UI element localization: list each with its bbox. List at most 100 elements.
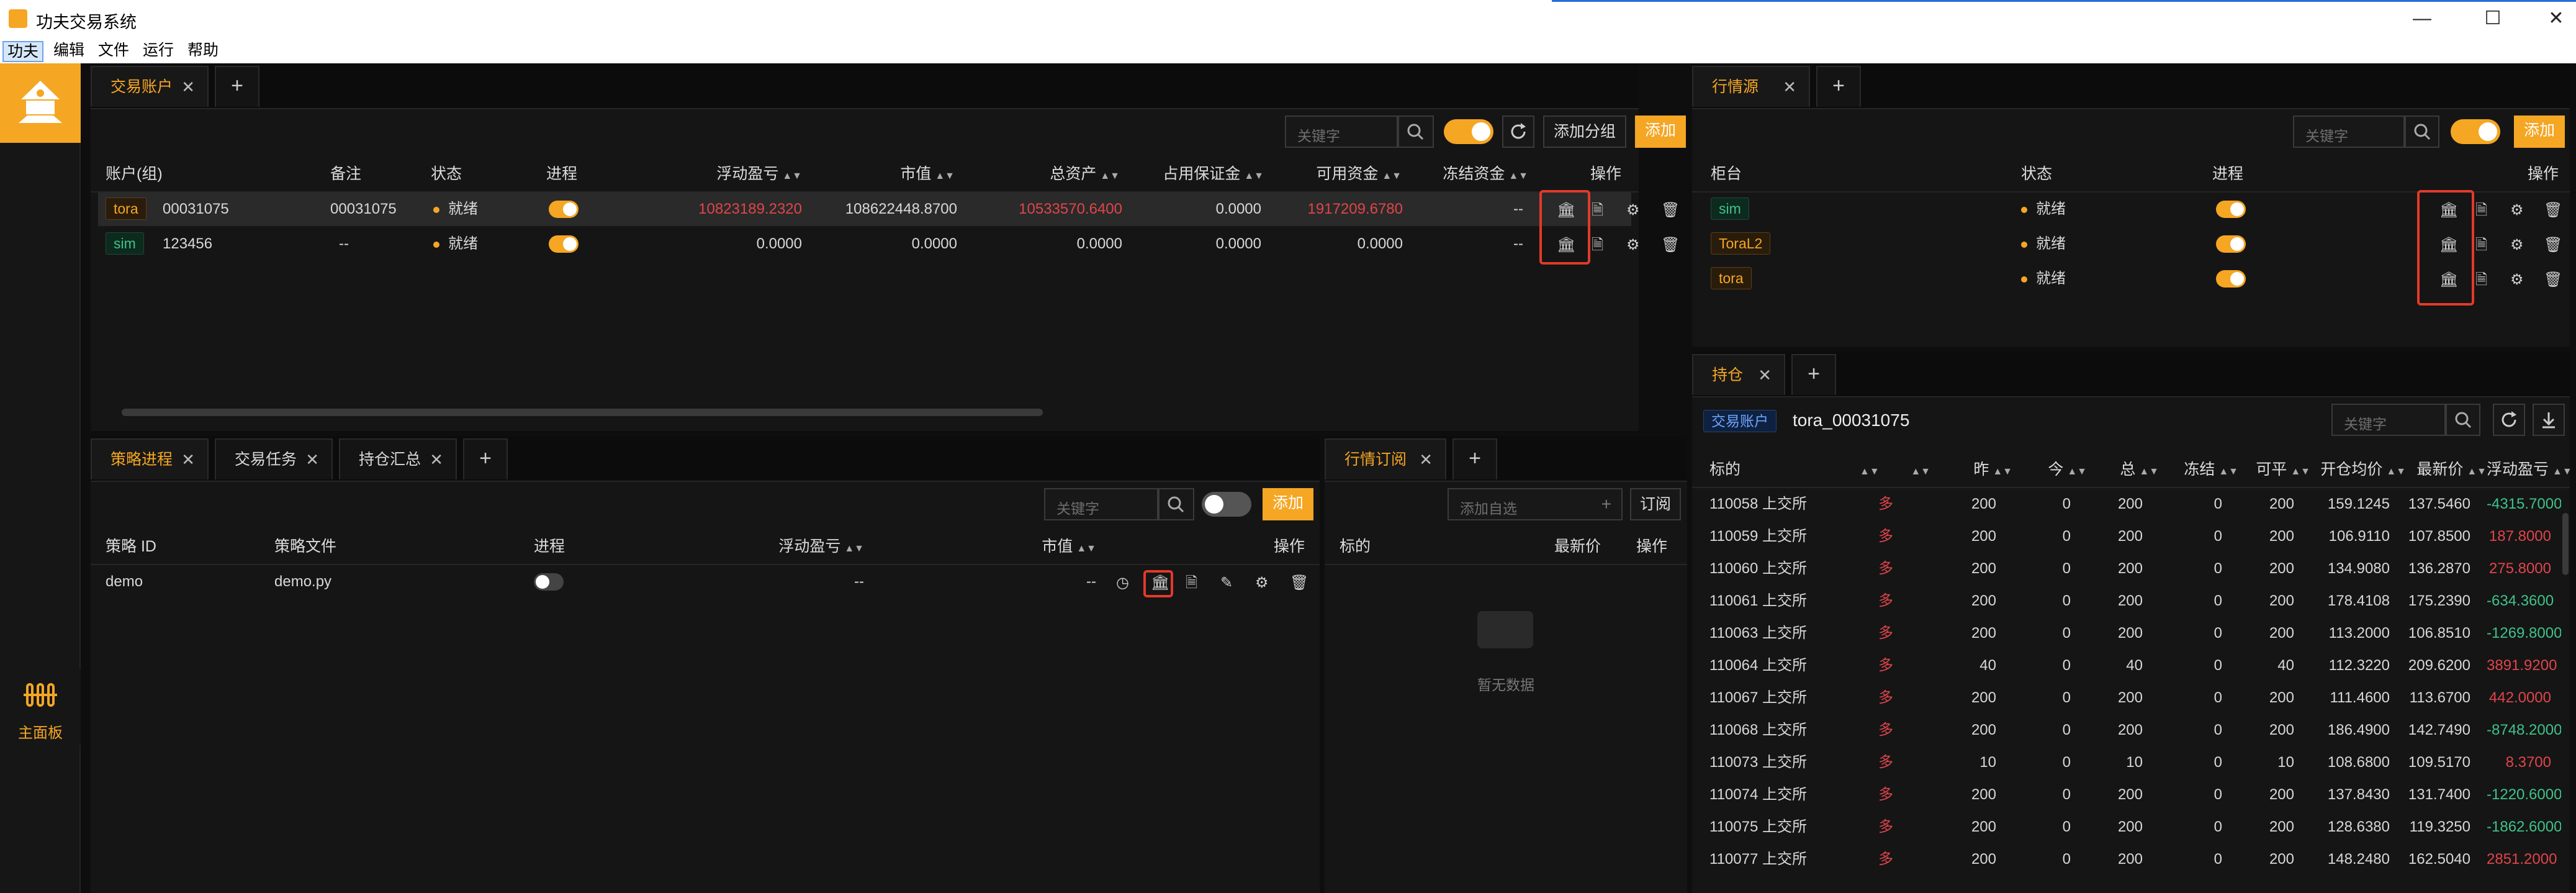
table-row[interactable]: 110060 上交所 多 200 0 200 0 200 134.9080 136.2870 27… [1692, 553, 2561, 585]
gear-icon[interactable]: ⚙ [1626, 236, 1640, 255]
table-row[interactable]: 110077 上交所 多 200 0 200 0 200 148.2480 162.5040 28… [1692, 843, 2561, 876]
tab-strategy-process[interactable]: 策略进程 ✕ [91, 438, 209, 479]
refresh-icon[interactable] [1502, 116, 1534, 148]
add-tab-button[interactable]: + [1816, 66, 1861, 107]
file-icon[interactable]: 🗎 [1592, 236, 1603, 255]
file-icon[interactable]: 🗎 [1592, 201, 1603, 220]
add-strategy-button[interactable]: 添加 [1263, 488, 1313, 520]
file-icon[interactable]: 🗎 [2475, 236, 2487, 255]
history-icon[interactable]: ◷ [1116, 574, 1129, 592]
add-tab-button[interactable]: + [1452, 438, 1497, 479]
col-total[interactable]: 总 ▲▼ [2089, 452, 2159, 487]
download-icon[interactable] [2533, 404, 2565, 436]
add-md-button[interactable]: 添加 [2514, 116, 2565, 148]
table-row[interactable]: 110075 上交所 多 200 0 200 0 200 128.6380 119.3250 -1… [1692, 811, 2561, 843]
search-input[interactable]: 关键字 [2331, 404, 2446, 436]
gear-icon[interactable]: ⚙ [2510, 271, 2524, 289]
refresh-icon[interactable] [2493, 404, 2525, 436]
add-tab-button[interactable]: + [1791, 354, 1836, 395]
col-pnl[interactable]: 浮动盈亏 ▲▼ [606, 156, 802, 191]
col-last-price[interactable]: 最新价 ▲▼ [2406, 452, 2487, 487]
close-icon[interactable]: ✕ [430, 440, 443, 479]
col-margin[interactable]: 占用保证金 ▲▼ [1121, 156, 1264, 191]
table-row[interactable]: 110067 上交所 多 200 0 200 0 200 111.4600 113.6700 44… [1692, 682, 2561, 714]
trash-icon[interactable]: 🗑 [2544, 236, 2562, 255]
kungfu-logo[interactable] [0, 63, 81, 143]
close-icon[interactable]: ✕ [1419, 440, 1433, 479]
col-direction-sort[interactable]: ▲▼ [1897, 452, 1930, 487]
table-row[interactable]: demo demo.py -- -- [91, 565, 1320, 599]
col-frozen[interactable]: 冻结资金 ▲▼ [1407, 156, 1528, 191]
tab-md-source[interactable]: 行情源 ✕ [1692, 66, 1810, 107]
search-icon[interactable] [1398, 116, 1434, 148]
close-icon[interactable]: ✕ [1783, 67, 1796, 107]
process-toggle[interactable] [2216, 201, 2246, 218]
file-icon[interactable]: 🗎 [2475, 201, 2487, 220]
search-input[interactable]: 关键字 [1044, 488, 1158, 520]
add-tab-button[interactable]: + [463, 438, 508, 479]
table-row[interactable]: 110073 上交所 多 10 0 10 0 10 108.6800 109.5170 8.370… [1692, 746, 2561, 779]
horizontal-scrollbar[interactable] [122, 409, 1043, 416]
trash-icon[interactable]: 🗑 [1661, 236, 1680, 255]
tab-md-subscribe[interactable]: 行情订阅 ✕ [1325, 438, 1446, 479]
menu-item-run[interactable]: 运行 [139, 41, 178, 60]
tab-position-summary[interactable]: 持仓汇总 ✕ [339, 438, 457, 479]
file-icon[interactable]: 🗎 [2475, 271, 2487, 289]
tab-position[interactable]: 持仓 ✕ [1692, 354, 1785, 395]
col-yesterday[interactable]: 昨 ▲▼ [1934, 452, 2012, 487]
close-icon[interactable]: ✕ [1758, 355, 1772, 395]
maximize-button[interactable]: ☐ [2479, 5, 2506, 32]
col-open-price[interactable]: 开仓均价 ▲▼ [2313, 452, 2406, 487]
search-input[interactable]: 关键字 [1285, 116, 1398, 148]
search-icon[interactable] [2405, 116, 2439, 148]
table-row[interactable]: 110058 上交所 多 200 0 200 0 200 159.1245 137.5460 -4… [1692, 488, 2561, 520]
col-closeable[interactable]: 可平 ▲▼ [2241, 452, 2310, 487]
add-watchlist-input[interactable]: 添加自选 + [1448, 488, 1623, 520]
trash-icon[interactable]: 🗑 [1661, 201, 1680, 220]
gear-icon[interactable]: ⚙ [1626, 201, 1640, 220]
trash-icon[interactable]: 🗑 [1290, 574, 1308, 592]
col-account[interactable]: 账户(组) [106, 156, 163, 191]
col-today[interactable]: 今 ▲▼ [2015, 452, 2087, 487]
col-pnl[interactable]: 浮动盈亏 ▲▼ [649, 529, 864, 564]
col-symbol-sort[interactable]: ▲▼ [1856, 452, 1880, 487]
add-account-button[interactable]: 添加 [1635, 116, 1686, 148]
gear-icon[interactable]: ⚙ [1255, 574, 1269, 592]
close-icon[interactable]: ✕ [181, 67, 195, 107]
col-pnl[interactable]: 浮动盈亏 ▲▼ [2487, 452, 2572, 487]
table-row[interactable]: 110074 上交所 多 200 0 200 0 200 137.8430 131.7400 -1… [1692, 779, 2561, 811]
add-tab-button[interactable]: + [215, 66, 259, 107]
close-window-button[interactable]: ✕ [2542, 5, 2570, 32]
tab-trading-accounts[interactable]: 交易账户 ✕ [91, 66, 209, 107]
tab-trading-task[interactable]: 交易任务 ✕ [215, 438, 333, 479]
process-toggle[interactable] [534, 573, 564, 591]
menu-item-file[interactable]: 文件 [94, 41, 133, 60]
table-row[interactable]: 110068 上交所 多 200 0 200 0 200 186.4900 142.7490 -8… [1692, 714, 2561, 746]
minimize-button[interactable]: — [2408, 5, 2436, 32]
file-icon[interactable]: 🗎 [1186, 574, 1197, 592]
edit-icon[interactable]: ✎ [1220, 574, 1233, 592]
search-input[interactable]: 关键字 [2293, 116, 2405, 148]
col-frozen[interactable]: 冻结 ▲▼ [2161, 452, 2238, 487]
search-icon[interactable] [2446, 404, 2480, 436]
close-icon[interactable]: ✕ [181, 440, 195, 479]
trash-icon[interactable]: 🗑 [2544, 201, 2562, 220]
close-icon[interactable]: ✕ [305, 440, 319, 479]
trash-icon[interactable]: 🗑 [2544, 271, 2562, 289]
md-toggle[interactable] [2451, 119, 2500, 144]
col-available[interactable]: 可用资金 ▲▼ [1264, 156, 1402, 191]
subscribe-button[interactable]: 订阅 [1630, 488, 1681, 520]
menu-item-edit[interactable]: 编辑 [50, 41, 88, 60]
vertical-scrollbar[interactable] [2562, 513, 2569, 575]
table-row[interactable]: tora 00031075 00031075 就绪 10823189.2320 … [98, 193, 1631, 226]
process-toggle[interactable] [2216, 235, 2246, 253]
process-toggle[interactable] [2216, 270, 2246, 288]
table-row[interactable]: 110059 上交所 多 200 0 200 0 200 106.9110 107.8500 18… [1692, 520, 2561, 553]
table-row[interactable]: 110063 上交所 多 200 0 200 0 200 113.2000 106.8510 -1… [1692, 617, 2561, 650]
gear-icon[interactable]: ⚙ [2510, 236, 2524, 255]
search-icon[interactable] [1158, 488, 1194, 520]
process-toggle[interactable] [549, 201, 579, 218]
table-row[interactable]: sim 123456 -- 就绪 0.0000 0.0000 0.0000 0.… [98, 227, 1631, 261]
col-market-value[interactable]: 市值 ▲▼ [867, 529, 1096, 564]
table-row[interactable]: 110064 上交所 多 40 0 40 0 40 112.3220 209.6200 3891.… [1692, 650, 2561, 682]
